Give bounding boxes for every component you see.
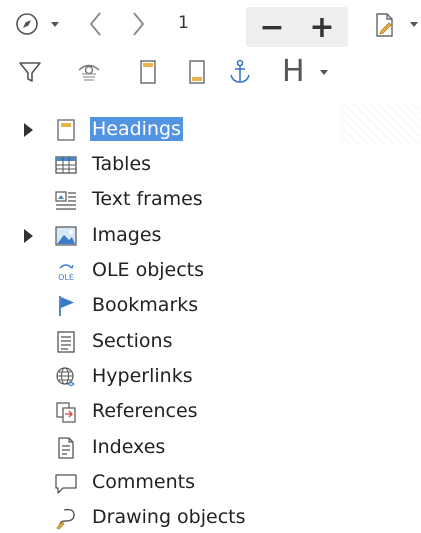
drag-mode-button[interactable]: [373, 10, 397, 40]
chevron-right-icon: [133, 12, 145, 36]
header-button[interactable]: [136, 57, 160, 87]
tree-item-comments[interactable]: Comments: [0, 467, 421, 497]
ole-icon: OLE: [58, 264, 74, 282]
tree-item-label: Tables: [92, 153, 152, 175]
reference-icon: [56, 402, 76, 423]
chevron-left-icon: [89, 12, 101, 36]
expand-arrow-icon[interactable]: [24, 229, 33, 243]
comment-icon: [55, 474, 77, 494]
section-icon: [57, 331, 75, 353]
filter-button[interactable]: [16, 57, 44, 87]
tree-item-ole-objects[interactable]: OLE OLE objects: [0, 255, 421, 285]
image-icon: [55, 226, 77, 246]
heading-level-button[interactable]: H: [282, 54, 305, 89]
bookmark-icon: [59, 296, 74, 316]
tree-item-label: Drawing objects: [92, 506, 246, 528]
compass-icon: [16, 13, 38, 35]
tree-item-bookmarks[interactable]: Bookmarks: [0, 290, 421, 320]
drawing-icon: [56, 508, 75, 530]
tree-item-references[interactable]: References: [0, 396, 421, 426]
eye-doc-icon: [78, 64, 100, 81]
tree-item-label: Bookmarks: [92, 294, 199, 316]
svg-text:OLE: OLE: [58, 273, 74, 282]
tree-item-label: OLE objects: [92, 259, 205, 281]
hyperlink-icon: [56, 367, 75, 387]
show-tracked-button[interactable]: [75, 57, 103, 87]
page-footer-icon: [189, 60, 205, 84]
tree-item-images[interactable]: Images: [0, 220, 421, 250]
table-icon: [55, 156, 77, 174]
document-edit-icon: [376, 13, 393, 37]
headings-icon: [57, 119, 75, 141]
tree-item-sections[interactable]: Sections: [0, 326, 421, 356]
drag-mode-dropdown-arrow[interactable]: [410, 22, 418, 27]
tree-item-label: References: [92, 400, 198, 422]
navigate-by-button[interactable]: [14, 8, 40, 40]
expand-arrow-icon[interactable]: [24, 123, 33, 137]
text-frame-icon: [55, 191, 76, 210]
footer-button[interactable]: [185, 57, 209, 87]
tree-item-label: Text frames: [92, 188, 203, 210]
previous-button[interactable]: [82, 8, 110, 40]
tree-item-drawing-objects[interactable]: Drawing objects: [0, 502, 421, 532]
tree-item-label: Hyperlinks: [92, 365, 193, 387]
anchor-icon: [230, 59, 250, 83]
tree-item-tables[interactable]: Tables: [0, 149, 421, 179]
heading-level-dropdown-arrow[interactable]: [320, 70, 328, 75]
page-number-field[interactable]: 1: [178, 13, 189, 33]
tree-item-label: Sections: [92, 330, 173, 352]
tree-item-indexes[interactable]: Indexes: [0, 432, 421, 462]
tree-item-text-frames[interactable]: Text frames: [0, 184, 421, 214]
zoom-in-button[interactable]: +: [300, 7, 344, 47]
next-button[interactable]: [124, 8, 152, 40]
tree-item-label: Headings: [90, 117, 183, 141]
anchor-button[interactable]: [226, 57, 254, 87]
tree-item-label: Indexes: [92, 436, 166, 458]
navigator-toolbar-bottom: H: [0, 52, 421, 144]
navigator-toolbar-top: 1 − +: [0, 4, 421, 47]
tree-item-hyperlinks[interactable]: Hyperlinks: [0, 361, 421, 391]
filter-icon: [19, 62, 41, 82]
navigator-panel: 1 − + H Headings Tables Text frames Imag…: [0, 0, 421, 533]
tree-item-label: Comments: [92, 471, 195, 493]
navigate-by-dropdown-arrow[interactable]: [51, 22, 59, 27]
index-icon: [58, 437, 74, 459]
zoom-out-button[interactable]: −: [250, 7, 294, 47]
tree-item-headings[interactable]: Headings: [0, 114, 421, 144]
page-header-icon: [140, 60, 156, 84]
tree-item-label: Images: [92, 224, 162, 246]
